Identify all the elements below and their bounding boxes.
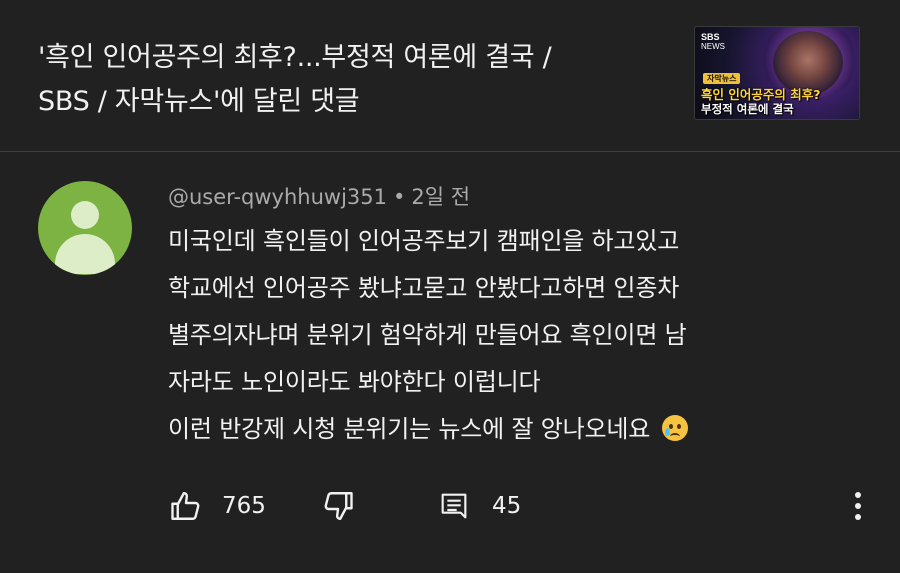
avatar[interactable] bbox=[38, 181, 132, 275]
like-count: 765 bbox=[222, 493, 266, 519]
video-title[interactable]: '흑인 인어공주의 최후?...부정적 여론에 결국 / SBS / 자막뉴스'… bbox=[38, 36, 658, 124]
header-divider bbox=[0, 151, 900, 152]
video-header[interactable]: '흑인 인어공주의 최후?...부정적 여론에 결국 / SBS / 자막뉴스'… bbox=[0, 0, 900, 150]
more-dot-icon bbox=[855, 492, 861, 498]
comment-line: 자라도 노인이라도 봐야한다 이럽니다 bbox=[168, 368, 541, 396]
meta-separator: • bbox=[393, 185, 406, 209]
comment-line: 이런 반강제 시청 분위기는 뉴스에 잘 앙나오네요 bbox=[168, 415, 651, 443]
thumbs-up-icon bbox=[171, 492, 200, 520]
comment-line: 별주의자냐며 분위기 험악하게 만들어요 흑인이면 남 bbox=[168, 321, 687, 349]
emoji-eye bbox=[668, 424, 673, 429]
video-thumbnail[interactable]: SBS NEWS 자막뉴스 흑인 인어공주의 최후? 부정적 여론에 결국 bbox=[694, 26, 860, 120]
reply-count: 45 bbox=[492, 493, 522, 519]
comment-line: 학교에선 인어공주 봤냐고묻고 안봤다고하면 인종차 bbox=[168, 274, 680, 302]
thumbnail-subheadline: 부정적 여론에 결국 bbox=[701, 102, 794, 116]
crying-face-icon bbox=[661, 415, 688, 441]
like-button[interactable]: 765 bbox=[168, 486, 266, 526]
comment-page: '흑인 인어공주의 최후?...부정적 여론에 결국 / SBS / 자막뉴스'… bbox=[0, 0, 900, 573]
comment-actions: 765 45 bbox=[168, 486, 868, 526]
comment-time[interactable]: 2일 전 bbox=[411, 185, 470, 209]
comment-line: 미국인데 흑인들이 인어공주보기 캠패인을 하고있고 bbox=[168, 227, 680, 255]
sbs-news-logo: SBS NEWS bbox=[701, 32, 725, 52]
avatar-head-icon bbox=[71, 201, 99, 229]
thumbnail-tag: 자막뉴스 bbox=[703, 73, 741, 84]
avatar-body-icon bbox=[55, 234, 115, 274]
comment-meta: @user-qwyhhuwj351 • 2일 전 bbox=[168, 182, 470, 212]
reply-button[interactable]: 45 bbox=[438, 486, 521, 526]
logo-subtext: NEWS bbox=[701, 42, 725, 51]
comment-text: 미국인데 흑인들이 인어공주보기 캠패인을 하고있고 학교에선 인어공주 봤냐고… bbox=[168, 218, 868, 453]
more-dot-icon bbox=[855, 514, 861, 520]
more-dot-icon bbox=[855, 503, 861, 509]
more-options-button[interactable] bbox=[844, 486, 872, 526]
comment-last-line: 이런 반강제 시청 분위기는 뉴스에 잘 앙나오네요 bbox=[168, 406, 868, 453]
emoji-mouth bbox=[669, 433, 680, 440]
comment-icon bbox=[441, 493, 467, 519]
emoji-eye bbox=[676, 424, 681, 429]
comment-author[interactable]: @user-qwyhhuwj351 bbox=[168, 185, 387, 209]
emoji-tear bbox=[664, 428, 670, 436]
thumbs-down-icon bbox=[324, 492, 353, 520]
dislike-button[interactable] bbox=[320, 486, 356, 526]
logo-text: SBS bbox=[701, 32, 720, 42]
